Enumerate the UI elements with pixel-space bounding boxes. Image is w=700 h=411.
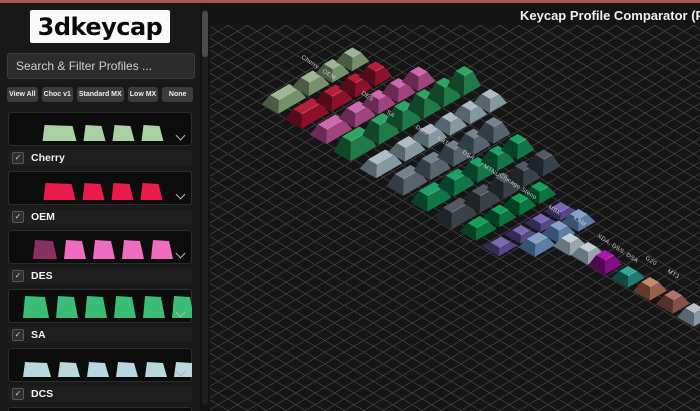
checkbox-checked-icon[interactable]: ✓ <box>12 152 24 164</box>
app-logo: 3dkeycap <box>30 10 170 43</box>
profile-preview-card-sa[interactable] <box>8 289 192 323</box>
sidebar: 3dkeycap View AllChoc v1Standard MXLow M… <box>0 3 200 411</box>
profile-preview-art <box>42 125 164 141</box>
row-label: MT3 <box>666 269 680 281</box>
profile-preview-card-cherry[interactable] <box>8 112 192 146</box>
filter-button-low-mx[interactable]: Low MX <box>127 87 159 102</box>
profile-toggle-oem[interactable]: ✓ OEM <box>8 209 192 225</box>
row-label: G20 <box>644 256 658 268</box>
profile-preview-card-oem[interactable] <box>8 171 192 205</box>
profile-preview-card-partial[interactable] <box>8 407 192 411</box>
profile-preview-art <box>43 183 163 200</box>
filter-button-row: View All Choc v1 Standard MX Low MX None <box>7 87 193 102</box>
profile-preview-art <box>23 362 192 377</box>
checkbox-checked-icon[interactable]: ✓ <box>12 388 24 400</box>
profile-preview-card-des[interactable] <box>8 230 192 264</box>
profile-label: OEM <box>31 211 55 223</box>
scene-viewport[interactable]: CherryOEMDESSADCSKATDSAMTNUChicago Steno… <box>210 3 700 411</box>
checkbox-checked-icon[interactable]: ✓ <box>12 329 24 341</box>
profile-toggle-sa[interactable]: ✓ SA <box>8 327 192 343</box>
filter-button-standard-mx[interactable]: Standard MX <box>76 87 124 102</box>
sidebar-scrollbar-thumb[interactable] <box>202 11 208 57</box>
profile-toggle-des[interactable]: ✓ DES <box>8 268 192 284</box>
checkbox-checked-icon[interactable]: ✓ <box>12 270 24 282</box>
row-label: Cherry <box>300 55 320 71</box>
profile-preview-art <box>33 240 173 259</box>
profile-list: ✓ Cherry ✓ OEM ✓ DES ✓ SA ✓ DCS <box>0 107 200 411</box>
page-title: Keycap Profile Comparator (Prot <box>520 8 700 23</box>
profile-label: DCS <box>31 388 54 400</box>
checkbox-checked-icon[interactable]: ✓ <box>12 211 24 223</box>
search-input[interactable] <box>7 53 195 79</box>
filter-button-view-all[interactable]: View All <box>7 87 38 102</box>
profile-label: DES <box>31 270 53 282</box>
profile-preview-art <box>23 296 192 318</box>
top-accent-bar <box>0 0 700 3</box>
filter-button-choc-v1[interactable]: Choc v1 <box>41 87 73 102</box>
viewport-panel: Keycap Profile Comparator (Prot CherryOE… <box>210 3 700 411</box>
profile-label: Cherry <box>31 152 65 164</box>
profile-toggle-dcs[interactable]: ✓ DCS <box>8 386 192 402</box>
filter-button-none[interactable]: None <box>162 87 193 102</box>
profile-toggle-cherry[interactable]: ✓ Cherry <box>8 150 192 166</box>
sidebar-scrollbar[interactable] <box>202 9 208 405</box>
profile-preview-card-dcs[interactable] <box>8 348 192 382</box>
profile-label: SA <box>31 329 46 341</box>
